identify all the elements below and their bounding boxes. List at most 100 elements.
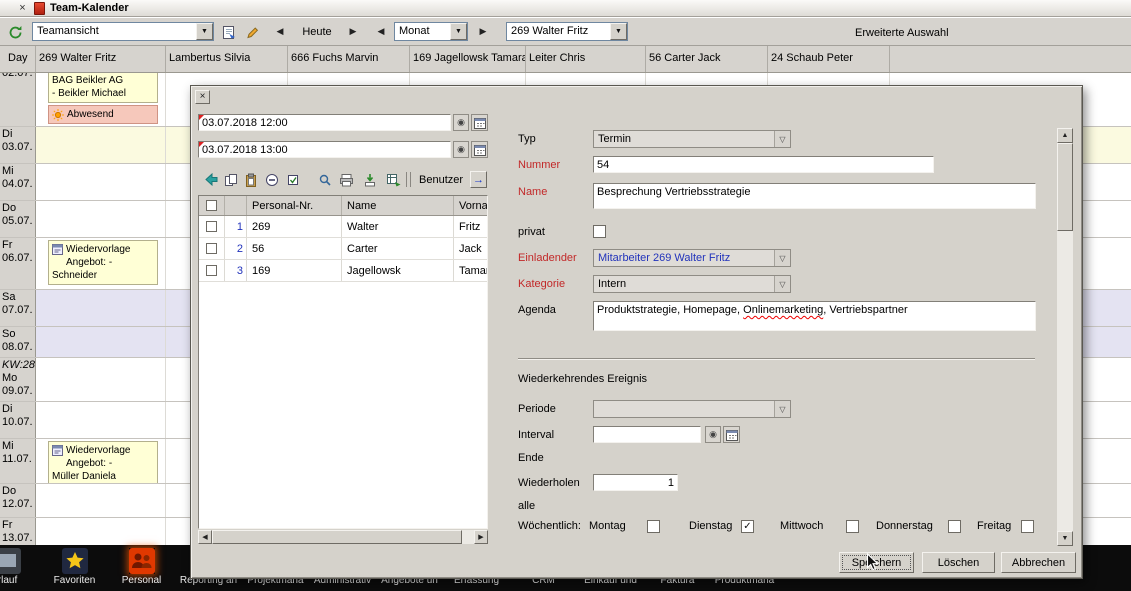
row-checkbox[interactable] xyxy=(206,243,217,254)
form-vscrollbar[interactable]: ▲ ▼ xyxy=(1057,128,1073,546)
weekday-checkbox[interactable] xyxy=(846,520,859,533)
close-icon[interactable]: × xyxy=(16,2,29,15)
calendar-event[interactable]: WiedervorlageAngebot: -Schneider xyxy=(48,240,158,285)
calendar-cell[interactable]: WiedervorlageAngebot: -Schneider xyxy=(36,238,166,289)
new-entry-button[interactable] xyxy=(219,22,239,42)
calendar-cell[interactable] xyxy=(36,518,166,545)
select-all-button[interactable] xyxy=(283,170,302,189)
start-datetime-field[interactable]: 03.07.2018 12:00 xyxy=(198,114,451,131)
row-checkbox[interactable] xyxy=(206,221,217,232)
nummer-field[interactable]: 54 xyxy=(593,156,934,173)
interval-now-button[interactable]: ◉ xyxy=(705,426,721,443)
back-icon xyxy=(204,173,218,186)
end-datetime-field[interactable]: 03.07.2018 13:00 xyxy=(198,141,451,158)
calendar-event[interactable]: BAG Beikler AG- Beikler Michael xyxy=(48,73,158,103)
calendar-event[interactable]: Abwesend xyxy=(48,105,158,124)
calendar-day-label: So08.07. xyxy=(0,327,36,357)
edit-button[interactable] xyxy=(242,22,262,42)
person-select[interactable]: 269 Walter Fritz ▼ xyxy=(506,22,628,41)
hscroll-thumb[interactable] xyxy=(212,530,462,544)
typ-select[interactable]: Termin▽ xyxy=(593,130,791,148)
chevron-down-icon[interactable]: ▼ xyxy=(196,23,213,40)
export-button[interactable] xyxy=(384,170,403,189)
weekday-checkbox[interactable] xyxy=(647,520,660,533)
scroll-down-icon[interactable]: ▼ xyxy=(1057,531,1073,546)
name-field[interactable]: Besprechung Vertriebsstrategie xyxy=(593,183,1036,209)
vscroll-thumb[interactable] xyxy=(1057,143,1073,231)
print-button[interactable] xyxy=(337,170,356,189)
hscroll-track[interactable] xyxy=(462,530,474,544)
user-list-panel: Personal-Nr.NameVorname1269WalterFritz25… xyxy=(198,195,488,529)
chevron-down-icon[interactable]: ▼ xyxy=(610,23,627,40)
user-list-hscrollbar[interactable]: ◀ ▶ xyxy=(198,530,488,544)
remove-button[interactable] xyxy=(262,170,281,189)
prev-period-button[interactable]: ◀ xyxy=(372,22,390,41)
next-period-button[interactable]: ▶ xyxy=(474,22,492,41)
kategorie-select[interactable]: Intern▽ xyxy=(593,275,791,293)
nummer-label: Nummer xyxy=(518,159,560,171)
interval-field[interactable] xyxy=(593,426,701,443)
taskbar-item-personal[interactable]: Personal xyxy=(108,545,175,591)
printer-icon xyxy=(339,173,354,187)
prev-day-button[interactable]: ◀ xyxy=(271,22,289,41)
arrow-right-icon: → xyxy=(473,174,484,186)
interval-calendar-button[interactable] xyxy=(723,426,740,443)
weekday-checkbox[interactable] xyxy=(1021,520,1034,533)
weekday-label: Montag xyxy=(589,520,626,532)
weekday-checkbox[interactable]: ✓ xyxy=(741,520,754,533)
back-button[interactable] xyxy=(201,170,220,189)
dialog-close-button[interactable]: × xyxy=(195,90,210,104)
taskbar-item-rlauf[interactable]: rlauf xyxy=(0,545,41,591)
wiederholen-field[interactable]: 1 xyxy=(593,474,678,491)
scroll-right-icon[interactable]: ▶ xyxy=(474,530,488,544)
today-button[interactable]: Heute xyxy=(292,22,342,41)
privat-checkbox[interactable] xyxy=(593,225,606,238)
scroll-up-icon[interactable]: ▲ xyxy=(1057,128,1073,143)
select-all-checkbox[interactable] xyxy=(206,200,217,211)
import-button[interactable] xyxy=(360,170,379,189)
benutzer-forward-button[interactable]: → xyxy=(470,171,487,188)
calendar-cell[interactable]: BAG Beikler AG- Beikler Michael Abwesend xyxy=(36,73,166,126)
team-view-select[interactable]: Teamansicht ▼ xyxy=(32,22,214,41)
weekday-checkbox[interactable] xyxy=(948,520,961,533)
table-row[interactable]: 256CarterJack xyxy=(199,238,487,260)
chevron-down-icon[interactable]: ▽ xyxy=(774,276,790,292)
calendar-cell[interactable]: WiedervorlageAngebot: -Müller Daniela xyxy=(36,439,166,483)
search-button[interactable] xyxy=(315,170,334,189)
next-day-button[interactable]: ▶ xyxy=(344,22,362,41)
scroll-left-icon[interactable]: ◀ xyxy=(198,530,212,544)
start-calendar-button[interactable] xyxy=(471,114,488,131)
end-now-button[interactable]: ◉ xyxy=(453,141,469,158)
copy-button[interactable] xyxy=(221,170,240,189)
people-icon xyxy=(129,548,155,574)
taskbar-item-favoriten[interactable]: Favoriten xyxy=(41,545,108,591)
cancel-button[interactable]: Abbrechen xyxy=(1001,552,1076,573)
row-checkbox[interactable] xyxy=(206,265,217,276)
table-row[interactable]: 3169JagellowskTamara xyxy=(199,260,487,282)
paste-button[interactable] xyxy=(241,170,260,189)
calendar-cell[interactable] xyxy=(36,201,166,237)
chevron-down-icon[interactable]: ▼ xyxy=(450,23,467,40)
chevron-down-icon[interactable]: ▽ xyxy=(774,250,790,266)
calendar-cell[interactable] xyxy=(36,127,166,163)
refresh-button[interactable] xyxy=(5,22,25,42)
delete-button[interactable]: Löschen xyxy=(922,552,995,573)
calendar-cell[interactable] xyxy=(36,327,166,357)
periode-select[interactable]: ▽ xyxy=(593,400,791,418)
toolbar-separator xyxy=(406,172,411,187)
period-select[interactable]: Monat ▼ xyxy=(394,22,468,41)
table-row[interactable]: 1269WalterFritz xyxy=(199,216,487,238)
einladender-select[interactable]: Mitarbeiter 269 Walter Fritz▽ xyxy=(593,249,791,267)
calendar-cell[interactable] xyxy=(36,290,166,326)
end-calendar-button[interactable] xyxy=(471,141,488,158)
calendar-event[interactable]: WiedervorlageAngebot: -Müller Daniela xyxy=(48,441,158,483)
advanced-selection-toggle[interactable]: Erweiterte Auswahl xyxy=(855,27,949,39)
calendar-cell[interactable] xyxy=(36,402,166,438)
chevron-down-icon[interactable]: ▽ xyxy=(774,131,790,147)
start-now-button[interactable]: ◉ xyxy=(453,114,469,131)
calendar-cell[interactable] xyxy=(36,164,166,200)
chevron-down-icon[interactable]: ▽ xyxy=(774,401,790,417)
agenda-field[interactable]: Produktstrategie, Homepage, Onlinemarket… xyxy=(593,301,1036,331)
calendar-cell[interactable] xyxy=(36,358,166,401)
calendar-cell[interactable] xyxy=(36,484,166,517)
